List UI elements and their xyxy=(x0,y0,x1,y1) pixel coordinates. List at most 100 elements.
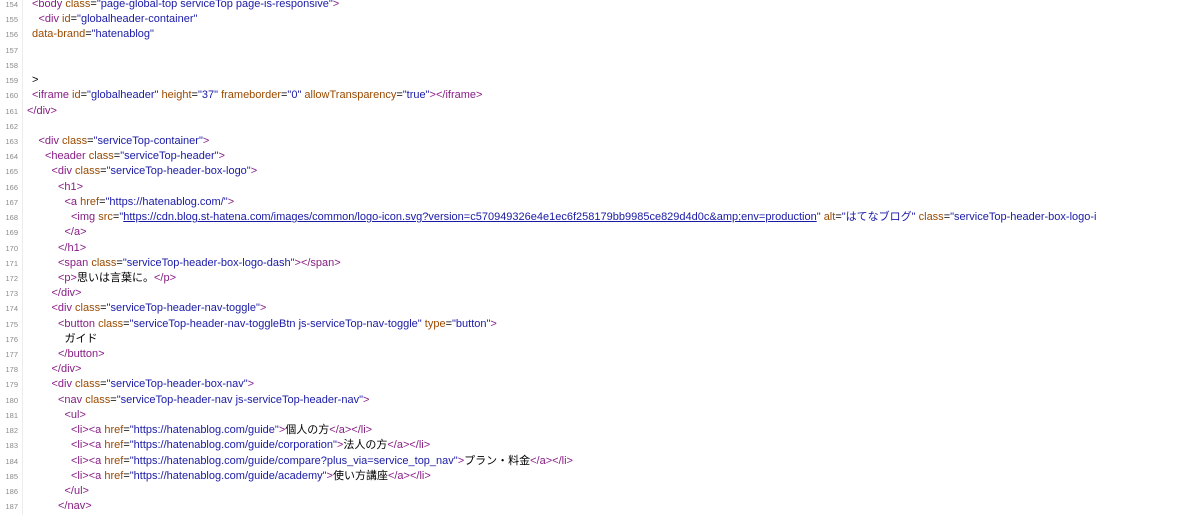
line-code: > xyxy=(32,73,38,88)
tag-token: > xyxy=(362,393,370,406)
attr-value-token: "true" xyxy=(402,89,430,102)
source-line: 174 <div class="serviceTop-header-nav-tog… xyxy=(0,301,1200,316)
tag-token: <nav xyxy=(58,393,86,406)
tag-token: <div xyxy=(51,165,76,178)
source-line: 170 </h1> xyxy=(0,241,1200,256)
attr-name-token: id xyxy=(72,89,81,102)
tag-token: <div xyxy=(38,134,63,147)
attr-value-token: "serviceTop-header-box-nav" xyxy=(106,378,248,391)
tag-token: > xyxy=(259,302,267,315)
source-line: 159 > xyxy=(0,73,1200,88)
text-token: 使い方講座 xyxy=(332,469,388,482)
source-line: 161 </div> xyxy=(0,104,1200,119)
tag-token: ></iframe> xyxy=(429,89,483,102)
line-code: </div> xyxy=(52,286,82,301)
source-link[interactable]: https://cdn.blog.st-hatena.com/images/co… xyxy=(123,211,816,223)
source-line: 168 <img src="https://cdn.blog.st-hatena.… xyxy=(0,210,1200,225)
line-number: 179 xyxy=(5,380,18,390)
source-line: 157 xyxy=(0,43,1200,58)
attr-value-token: "serviceTop-header-nav-toggleBtn js-serv… xyxy=(129,317,422,330)
attr-value-token: "https://hatenablog.com/guide" xyxy=(129,424,279,437)
line-number: 168 xyxy=(5,213,18,223)
text-token: 法人の方 xyxy=(343,439,388,452)
line-code: <div class="serviceTop-header-box-logo"> xyxy=(52,164,258,179)
attr-value-token: "serviceTop-header-nav-toggle" xyxy=(106,302,260,315)
line-code: <div class="serviceTop-header-nav-toggle… xyxy=(52,301,267,316)
tag-token: </div> xyxy=(51,363,82,376)
line-code: </nav> xyxy=(58,499,92,514)
tag-token: </a></li> xyxy=(530,454,573,467)
attr-name-token: class xyxy=(65,0,91,10)
tag-token: > xyxy=(250,165,258,178)
line-number: 161 xyxy=(5,106,18,116)
tag-token: </a></li> xyxy=(329,424,373,437)
source-line: 162 xyxy=(0,119,1200,134)
attr-name-token: href xyxy=(104,469,124,482)
attr-value-token: "globalheader-container" xyxy=(77,13,198,26)
attr-name-token: class xyxy=(98,317,124,330)
source-line: 167 <a href="https://hatenablog.com/"> xyxy=(0,195,1200,210)
line-code: </button> xyxy=(58,347,105,362)
line-code: <nav class="serviceTop-header-nav js-ser… xyxy=(58,393,369,408)
source-line: 169 </a> xyxy=(0,225,1200,240)
line-number: 154 xyxy=(5,0,18,9)
source-line: 172 <p>思いは言葉に。</p> xyxy=(0,271,1200,286)
source-line: 160 <iframe id="globalheader" height="37"… xyxy=(0,88,1200,103)
line-code: </div> xyxy=(52,362,82,377)
line-number: 167 xyxy=(5,197,18,207)
source-line: 163 <div class="serviceTop-container"> xyxy=(0,134,1200,149)
line-number: 182 xyxy=(5,426,18,436)
line-code: <iframe id="globalheader" height="37" fr… xyxy=(32,88,482,103)
attr-name-token: class xyxy=(85,393,111,406)
attr-value-token: "page-global-top serviceTop page-is-resp… xyxy=(96,0,333,10)
line-number: 172 xyxy=(5,273,18,283)
source-line: 158 xyxy=(0,58,1200,73)
attr-name-token: src xyxy=(98,211,113,224)
tag-token: > xyxy=(490,317,497,330)
source-code: 154 <body class="page-global-top serviceT… xyxy=(0,0,1200,515)
attr-name-token: class xyxy=(91,256,117,269)
line-code: <ul> xyxy=(65,408,86,423)
tag-token: > xyxy=(332,0,340,10)
line-number: 166 xyxy=(5,182,18,192)
line-code: <li><a href="https://hatenablog.com/guid… xyxy=(71,454,573,469)
attr-name-token: href xyxy=(104,454,124,467)
source-line: 176 ガイド xyxy=(0,332,1200,347)
attr-value-token: "serviceTop-header" xyxy=(120,150,219,163)
line-code: <li><a href="https://hatenablog.com/guid… xyxy=(71,438,430,453)
attr-value-token: "serviceTop-header-box-logo-i xyxy=(950,211,1097,224)
attr-name-token: data-brand xyxy=(32,28,86,41)
tag-token: ></span> xyxy=(294,256,341,269)
line-code: data-brand="hatenablog" xyxy=(32,27,154,42)
text-token: > xyxy=(32,74,39,87)
attr-value-token: "0" xyxy=(287,89,302,102)
line-number: 164 xyxy=(5,152,18,162)
line-code: <li><a href="https://hatenablog.com/guid… xyxy=(71,423,372,438)
line-code: </h1> xyxy=(58,241,86,256)
tag-token: <p> xyxy=(58,271,77,284)
tag-token: </a></li> xyxy=(387,439,431,452)
line-number: 157 xyxy=(5,45,18,55)
tag-token: </p> xyxy=(153,271,176,284)
tag-token: </a> xyxy=(64,226,87,239)
tag-token: <img xyxy=(71,211,99,224)
tag-token: </div> xyxy=(51,287,82,300)
tag-token: <header xyxy=(45,150,89,163)
line-code: <div class="serviceTop-container"> xyxy=(39,134,210,149)
source-line: 186 </ul> xyxy=(0,484,1200,499)
source-line: 184 <li><a href="https://hatenablog.com/g… xyxy=(0,454,1200,469)
line-number: 165 xyxy=(5,167,18,177)
attr-value-token: "serviceTop-header-box-logo-dash" xyxy=(122,256,295,269)
tag-token: <iframe xyxy=(32,89,73,102)
tag-token: </div> xyxy=(27,104,57,117)
attr-name-token: frameborder xyxy=(221,89,281,102)
tag-token: <div xyxy=(51,302,76,315)
line-number: 187 xyxy=(5,502,18,512)
attr-value-token: "button" xyxy=(452,317,491,330)
attr-name-token: type xyxy=(424,317,446,330)
attr-name-token: id xyxy=(62,13,71,26)
source-line: 175 <button class="serviceTop-header-nav-… xyxy=(0,317,1200,332)
tag-token: <h1> xyxy=(58,180,84,193)
tag-token: <body xyxy=(32,0,66,10)
tag-token: <span xyxy=(58,256,92,269)
